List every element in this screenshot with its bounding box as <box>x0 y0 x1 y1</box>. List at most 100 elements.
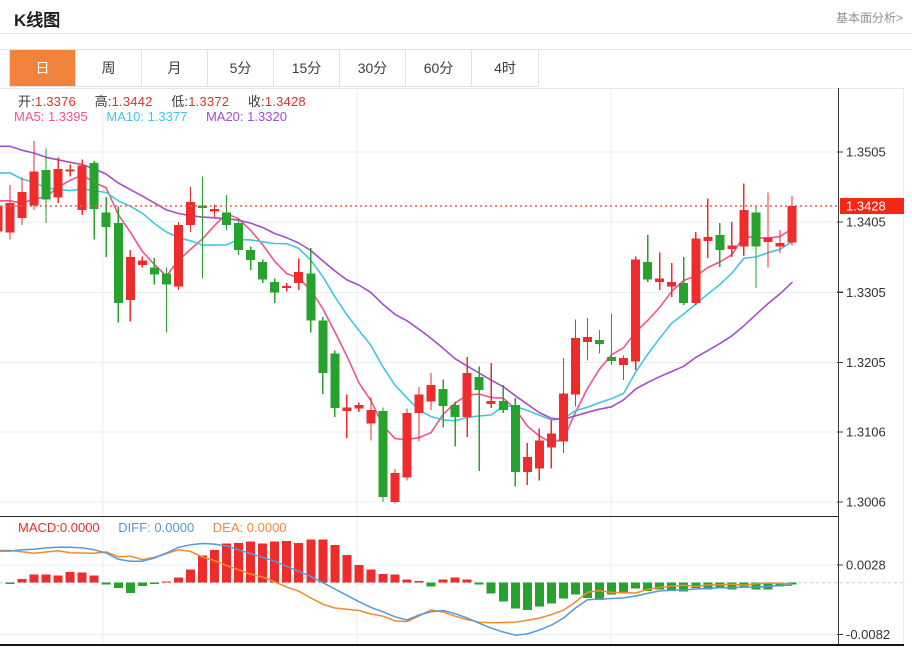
candle[interactable] <box>366 410 375 423</box>
candle[interactable] <box>174 225 183 287</box>
tab-月[interactable]: 月 <box>142 50 208 86</box>
price-axis-label: 1.3006 <box>846 495 886 510</box>
candle[interactable] <box>162 273 171 284</box>
candle[interactable] <box>18 192 27 218</box>
candle[interactable] <box>511 405 520 472</box>
candle[interactable] <box>487 401 496 404</box>
macd-bar <box>631 583 640 589</box>
candle[interactable] <box>246 250 255 260</box>
candle[interactable] <box>150 268 159 275</box>
tab-5分[interactable]: 5分 <box>208 50 274 86</box>
macd-bar <box>547 583 556 604</box>
macd-bar <box>6 583 15 584</box>
candle[interactable] <box>78 165 87 210</box>
macd-bar <box>294 543 303 583</box>
candle[interactable] <box>282 286 291 288</box>
fundamental-analysis-link[interactable]: 基本面分析> <box>836 9 903 26</box>
chart-canvas[interactable]: 1.35051.34051.33051.32051.31061.30060.00… <box>0 88 904 647</box>
candle[interactable] <box>499 401 508 410</box>
candle[interactable] <box>90 163 99 209</box>
candle[interactable] <box>379 411 388 497</box>
candle[interactable] <box>66 170 75 172</box>
candle[interactable] <box>679 283 688 303</box>
candle[interactable] <box>715 235 724 250</box>
candle[interactable] <box>643 262 652 280</box>
macd-bar <box>391 575 400 583</box>
candle[interactable] <box>427 385 436 402</box>
candle[interactable] <box>415 395 424 413</box>
macd-bar <box>222 544 231 583</box>
tab-60分[interactable]: 60分 <box>406 50 472 86</box>
macd-bar <box>174 578 183 583</box>
candle[interactable] <box>523 457 532 472</box>
candle[interactable] <box>126 257 135 300</box>
candle[interactable] <box>439 389 448 406</box>
price-axis-label: 1.3106 <box>846 424 886 439</box>
candle[interactable] <box>114 223 123 303</box>
header-divider <box>0 33 912 34</box>
candle[interactable] <box>306 273 315 320</box>
candle[interactable] <box>475 377 484 390</box>
candle[interactable] <box>595 340 604 344</box>
tab-日[interactable]: 日 <box>10 50 76 86</box>
candle[interactable] <box>667 282 676 287</box>
candle[interactable] <box>571 338 580 395</box>
macd-bar <box>162 581 171 582</box>
candle[interactable] <box>631 259 640 361</box>
candle[interactable] <box>739 210 748 247</box>
macd-bar <box>463 580 472 583</box>
candle[interactable] <box>270 282 279 293</box>
candle[interactable] <box>342 407 351 411</box>
candle[interactable] <box>727 245 736 249</box>
candle[interactable] <box>222 212 231 225</box>
candle[interactable] <box>703 237 712 241</box>
macd-bar <box>246 542 255 583</box>
candle[interactable] <box>535 440 544 468</box>
candle[interactable] <box>547 433 556 447</box>
candle[interactable] <box>30 172 39 206</box>
macd-bar <box>150 583 159 584</box>
macd-bar <box>114 583 123 588</box>
candle[interactable] <box>138 261 147 265</box>
price-axis-label: 1.3305 <box>846 285 886 300</box>
current-price-label: 1.3428 <box>846 199 886 214</box>
candle[interactable] <box>788 206 797 243</box>
tab-周[interactable]: 周 <box>76 50 142 86</box>
candle[interactable] <box>607 357 616 361</box>
candle[interactable] <box>619 358 628 365</box>
macd-bar <box>415 581 424 583</box>
candle[interactable] <box>6 203 15 233</box>
candle[interactable] <box>330 353 339 408</box>
candle[interactable] <box>391 473 400 502</box>
macd-bar <box>198 556 207 583</box>
candle[interactable] <box>583 337 592 342</box>
price-axis-label: 1.3205 <box>846 355 886 370</box>
candle[interactable] <box>691 238 700 302</box>
macd-bar <box>439 580 448 583</box>
candle[interactable] <box>54 169 63 198</box>
tab-4时[interactable]: 4时 <box>472 50 538 86</box>
candle[interactable] <box>451 405 460 417</box>
candle[interactable] <box>776 243 785 247</box>
candle[interactable] <box>258 262 267 280</box>
tab-15分[interactable]: 15分 <box>274 50 340 86</box>
macd-bar <box>90 576 99 583</box>
candle[interactable] <box>42 170 51 200</box>
candle[interactable] <box>234 223 243 250</box>
candle[interactable] <box>210 209 219 212</box>
candle[interactable] <box>655 278 664 282</box>
candle[interactable] <box>294 272 303 283</box>
candle[interactable] <box>463 373 472 417</box>
macd-bar <box>403 580 412 583</box>
candle[interactable] <box>403 413 412 478</box>
candle[interactable] <box>318 320 327 373</box>
candle[interactable] <box>0 206 3 231</box>
candle[interactable] <box>354 405 363 409</box>
tab-30分[interactable]: 30分 <box>340 50 406 86</box>
candle[interactable] <box>559 393 568 441</box>
macd-bar <box>66 572 75 583</box>
macd-bar <box>559 583 568 599</box>
candle[interactable] <box>102 212 111 227</box>
candle[interactable] <box>764 238 773 242</box>
candle[interactable] <box>751 212 760 246</box>
